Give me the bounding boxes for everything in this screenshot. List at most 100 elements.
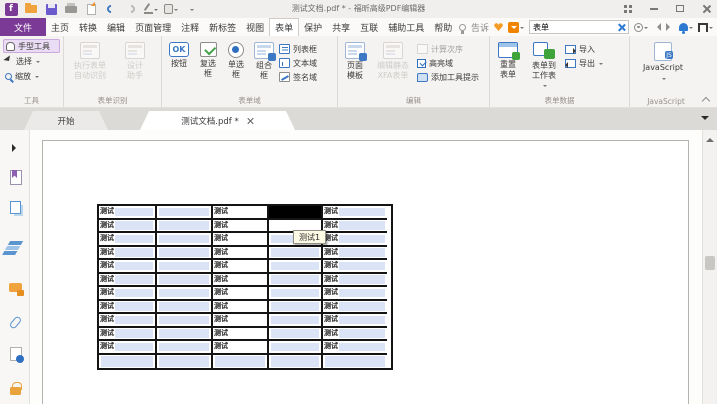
form-field[interactable]	[339, 288, 385, 297]
tab-newtag[interactable]: 新标签	[204, 18, 241, 36]
heart-icon[interactable]	[494, 23, 503, 31]
tab-home[interactable]: 主页	[46, 18, 74, 36]
close-tab-icon[interactable]	[247, 117, 254, 124]
form-field[interactable]	[271, 261, 319, 270]
javascript-button[interactable]: JS JavaScript	[633, 39, 693, 95]
tab-comment[interactable]: 注释	[176, 18, 204, 36]
notifications-button[interactable]	[679, 23, 693, 34]
combo-field-button[interactable]: 组合框	[251, 39, 277, 95]
form-field[interactable]	[229, 248, 265, 257]
doc-tab-start[interactable]: 开始	[24, 111, 108, 130]
form-field[interactable]	[339, 315, 385, 324]
comments-panel-button[interactable]	[6, 278, 25, 297]
tab-form[interactable]: 表单	[269, 18, 300, 36]
tab-help[interactable]: 帮助	[429, 18, 457, 36]
open-button[interactable]	[24, 3, 38, 16]
form-field[interactable]	[115, 275, 153, 284]
layout-switch-button[interactable]	[621, 2, 635, 15]
form-field[interactable]	[271, 275, 319, 284]
form-field[interactable]	[325, 356, 385, 367]
tab-convert[interactable]: 转换	[74, 18, 102, 36]
form-field[interactable]	[215, 356, 265, 367]
form-field[interactable]	[339, 329, 385, 338]
radio-field-button[interactable]: 单选框	[223, 39, 249, 95]
select-tool-button[interactable]: 选择	[3, 54, 60, 68]
handwrite-sign-button[interactable]	[144, 3, 158, 16]
customize-toolbar-button[interactable]	[184, 3, 198, 16]
zoom-tool-button[interactable]: 缩放	[3, 69, 60, 83]
form-field[interactable]	[339, 248, 385, 257]
bookmarks-panel-button[interactable]	[6, 168, 25, 187]
form-field[interactable]	[159, 261, 209, 270]
tab-file[interactable]: 文件	[0, 18, 47, 36]
share-button[interactable]	[84, 3, 98, 16]
tab-edit[interactable]: 编辑	[102, 18, 130, 36]
expand-panel-button[interactable]	[6, 138, 25, 157]
add-tooltip-button[interactable]: 添加工具提示	[417, 71, 479, 83]
form-field[interactable]	[101, 356, 153, 367]
form-field[interactable]	[159, 248, 209, 257]
tab-view[interactable]: 视图	[241, 18, 269, 36]
export-data-button[interactable]: 导出	[565, 57, 603, 69]
tab-organize[interactable]: 页面管理	[130, 18, 176, 36]
page-template-button[interactable]: 页面模板	[341, 39, 369, 95]
form-field[interactable]	[159, 288, 209, 297]
signature-field-button[interactable]: 签名域	[279, 71, 317, 83]
form-field[interactable]	[115, 315, 153, 324]
form-field[interactable]	[115, 288, 153, 297]
form-field[interactable]	[115, 234, 153, 243]
doc-tab-document[interactable]: 测试文档.pdf *	[140, 111, 295, 130]
attachments-panel-button[interactable]	[6, 313, 25, 332]
scrollbar-thumb[interactable]	[705, 256, 715, 270]
tab-accessibility[interactable]: 辅助工具	[383, 18, 429, 36]
close-button[interactable]	[699, 2, 713, 15]
form-field[interactable]	[229, 221, 265, 230]
layers-panel-button[interactable]	[6, 238, 25, 257]
workspace-button[interactable]	[698, 22, 713, 32]
form-field[interactable]	[159, 207, 209, 216]
vertical-scrollbar[interactable]	[702, 130, 716, 404]
tab-connect[interactable]: 互联	[355, 18, 383, 36]
selected-form-field[interactable]	[269, 206, 323, 220]
form-field[interactable]	[271, 302, 319, 311]
undo-button[interactable]	[104, 3, 118, 16]
form-field[interactable]	[229, 315, 265, 324]
find-options-button[interactable]	[634, 22, 648, 32]
form-field[interactable]	[271, 248, 319, 257]
form-field[interactable]	[115, 261, 153, 270]
form-field[interactable]	[271, 315, 319, 324]
tab-share[interactable]: 共享	[327, 18, 355, 36]
highlight-fields-checkbox[interactable]: 高亮域	[417, 57, 479, 69]
form-field[interactable]	[229, 275, 265, 284]
maximize-button[interactable]	[673, 2, 687, 15]
form-field[interactable]	[159, 342, 209, 351]
collapse-ribbon-button[interactable]	[701, 95, 711, 106]
checkbox-field-button[interactable]: 复选框	[195, 39, 221, 95]
document-viewport[interactable]: 测试 测试 测试 测试 测试 测试 测试 测试 测试 测试 测试 测试 测试 测试 测试 测试 测试 测试 测试 测试…	[30, 130, 702, 404]
form-field[interactable]	[339, 275, 385, 284]
form-field[interactable]	[339, 302, 385, 311]
minimize-button[interactable]	[647, 2, 661, 15]
form-field[interactable]	[229, 261, 265, 270]
form-field[interactable]	[229, 207, 265, 216]
form-field[interactable]	[229, 288, 265, 297]
find-next-button[interactable]	[666, 23, 674, 31]
clear-search-icon[interactable]	[617, 23, 625, 31]
find-previous-button[interactable]	[653, 23, 661, 31]
form-field[interactable]	[159, 221, 209, 230]
security-panel-button[interactable]	[6, 378, 25, 397]
redo-button[interactable]	[124, 3, 138, 16]
form-to-sheet-button[interactable]: 表单到工作表	[525, 39, 563, 95]
form-field[interactable]	[271, 356, 319, 367]
form-field[interactable]	[159, 329, 209, 338]
text-field-button[interactable]: 文本域	[279, 57, 317, 69]
tab-list-dropdown-icon[interactable]	[701, 116, 709, 124]
form-field[interactable]	[115, 248, 153, 257]
hand-tool-button[interactable]: 手型工具	[3, 39, 60, 53]
form-field[interactable]	[115, 302, 153, 311]
search-input[interactable]	[533, 22, 614, 32]
form-field[interactable]	[229, 234, 265, 243]
import-data-button[interactable]: 导入	[565, 43, 603, 55]
reset-form-button[interactable]: 重置表单	[493, 39, 523, 95]
form-field[interactable]	[115, 329, 153, 338]
